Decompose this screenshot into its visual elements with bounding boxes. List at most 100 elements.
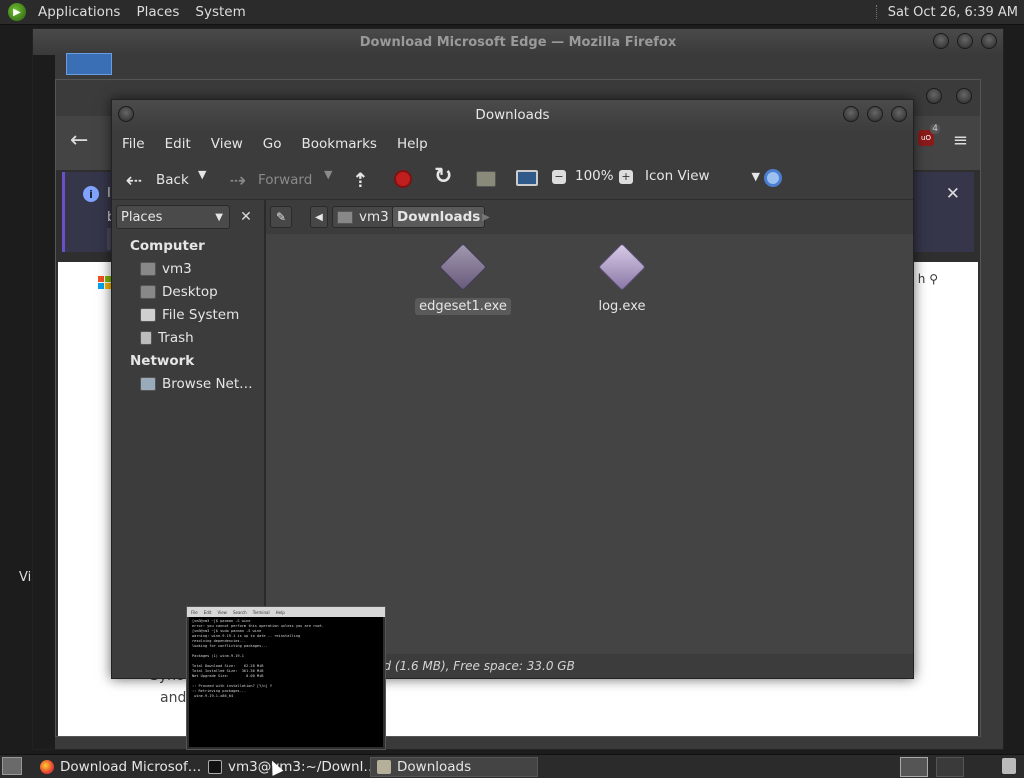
menu-bookmarks[interactable]: Bookmarks [302,136,377,152]
menu-system[interactable]: System [187,0,253,25]
applications-logo-icon[interactable]: ▶ [8,3,26,21]
terminal-preview[interactable]: File Edit View Search Terminal Help [vm3… [186,606,386,750]
site-search[interactable]: h ⚲ [918,272,938,286]
terminal-icon [208,760,222,774]
up-button[interactable]: ⇡ [352,168,369,192]
file-name: log.exe [598,299,646,314]
firefox-titlebar[interactable]: Download Microsoft Edge — Mozilla Firefo… [33,29,1003,55]
path-scroll-left[interactable]: ◀ [310,206,328,228]
menu-view: View [217,609,227,615]
chevron-right-icon: ▶ [482,211,490,223]
status-text: ed (1.6 MB), Free space: 33.0 GB [376,659,575,673]
view-mode-text: Icon View [645,168,710,184]
zoom-out-button[interactable]: − [552,170,566,184]
menu-edit: Edit [203,609,212,615]
path-segment-vm3[interactable]: vm3 [332,206,394,228]
menu-places[interactable]: Places [128,0,187,25]
sidebar-item-filesystem[interactable]: File System [140,307,239,323]
toggle-location-entry-button[interactable]: ✎ [270,206,292,228]
sidebar-item-desktop[interactable]: Desktop [140,284,218,300]
menubar: File Edit View Go Bookmarks Help [112,130,913,158]
file-name: edgeset1.exe [415,298,511,315]
toolbar: ⇠ Back ▼ ⇢ Forward ▼ ⇡ ↻ − 100% + Icon V… [112,158,913,200]
maximize-button[interactable] [867,106,883,122]
window-controls [933,33,997,49]
menu-view[interactable]: View [211,136,243,152]
reload-button[interactable]: ↻ [434,164,452,189]
search-button[interactable] [764,169,782,187]
menu-help[interactable]: Help [397,136,428,152]
trash-applet-icon[interactable] [1002,758,1016,774]
menu-go[interactable]: Go [263,136,282,152]
path-segment-downloads[interactable]: Downloads [392,206,486,228]
sidebar: Computer vm3 Desktop File System Trash N… [112,234,264,654]
search-text: h [917,272,926,286]
window-controls [843,106,907,122]
task-label: vm3@vm3:~/Downl… [228,759,370,775]
zoom-in-button[interactable]: + [619,170,633,184]
menu-applications[interactable]: Applications [30,0,128,25]
firefox-window-controls [926,88,972,104]
sidebar-item-trash[interactable]: Trash [140,330,194,346]
back-arrow-icon[interactable]: ← [70,128,88,153]
computer-button[interactable] [516,170,538,186]
sidebar-type-select[interactable]: Places ▼ [116,205,230,229]
home-folder-icon [476,171,496,187]
close-button[interactable] [891,106,907,122]
file-manager-titlebar[interactable]: Downloads [112,100,913,130]
forward-button[interactable]: ⇢ Forward [226,168,313,192]
sidebar-item-vm3[interactable]: vm3 [140,261,192,277]
info-icon: i [83,186,99,202]
maximize-button[interactable] [957,33,973,49]
top-panel: ▶ Applications Places System Sat Oct 26,… [0,0,1024,25]
terminal-output: [vm3@vm3 ~]$ pacman -S wine error: you c… [189,617,383,747]
show-desktop-icon[interactable] [2,757,22,775]
search-icon [764,169,782,187]
clock[interactable]: Sat Oct 26, 6:39 AM [875,0,1024,25]
workspace-1[interactable] [900,757,928,777]
home-folder-icon [337,210,353,224]
home-button[interactable] [476,171,496,187]
file-item[interactable]: edgeset1.exe [415,242,511,315]
chevron-down-icon: ▼ [215,211,223,223]
chevron-down-icon: ▼ [324,168,333,181]
file-view[interactable]: edgeset1.exe log.exe [266,234,913,654]
workspace-2[interactable] [936,757,964,777]
maximize-button[interactable] [956,88,972,104]
task-downloads[interactable]: Downloads [370,757,538,777]
sidebar-item-browse-network[interactable]: Browse Net… [140,376,253,392]
zoom-in-icon: + [619,170,633,184]
file-item[interactable]: log.exe [577,242,667,315]
forward-history-dropdown[interactable]: ▼ [324,168,332,181]
stop-button[interactable] [394,170,412,188]
minimize-button[interactable] [933,33,949,49]
desktop-strip [33,55,55,749]
stop-icon [394,170,412,188]
menu-file[interactable]: File [122,136,145,152]
window-menu-button[interactable] [118,106,134,122]
close-icon[interactable]: ✕ [946,184,960,204]
minimize-button[interactable] [926,88,942,104]
path-segment-label: vm3 [359,209,389,225]
back-history-dropdown[interactable]: ▼ [198,168,206,181]
close-sidebar-icon[interactable]: ✕ [236,207,256,227]
sidebar-header: Places ▼ ✕ [112,200,264,234]
back-button[interactable]: ⇠ Back [122,168,189,192]
clock-text: Sat Oct 26, 6:39 AM [887,4,1018,20]
minimize-button[interactable] [843,106,859,122]
desktop-folder-icon [140,285,156,299]
search-icon: ⚲ [929,272,938,286]
task-terminal[interactable]: vm3@vm3:~/Downl… [202,757,370,777]
network-icon [140,377,156,391]
microsoft-logo-icon[interactable] [98,276,112,290]
close-button[interactable] [981,33,997,49]
path-scroll-right[interactable]: ▶ [478,206,494,228]
zoom-level[interactable]: 100% [575,168,614,184]
menu-edit[interactable]: Edit [165,136,191,152]
forward-arrow-icon: ⇢ [229,168,247,192]
page-text: and [160,690,187,706]
task-firefox[interactable]: Download Microsof… [34,757,200,777]
desktop-selection-icon[interactable] [66,53,112,75]
view-mode-select[interactable]: Icon View ▼ [645,168,760,184]
menu-hamburger-icon[interactable]: ≡ [953,130,968,151]
